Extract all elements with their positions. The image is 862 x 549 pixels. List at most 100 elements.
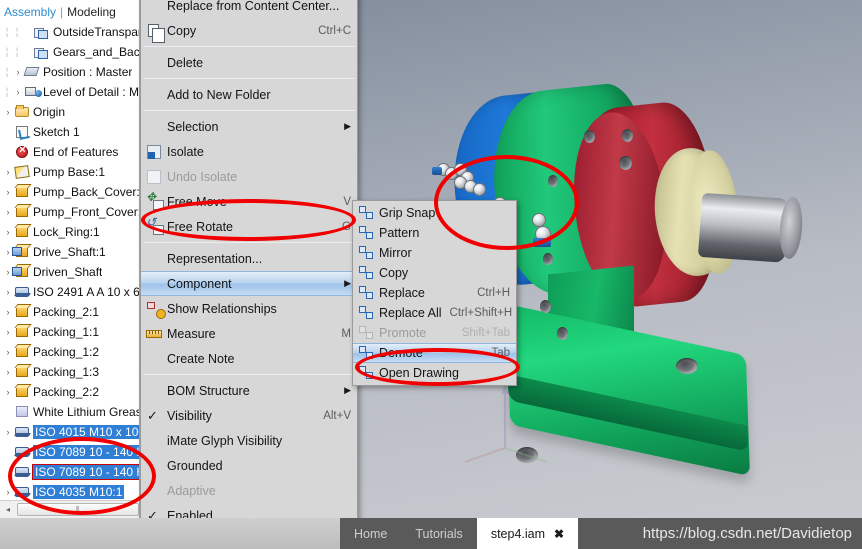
tab-assembly[interactable]: Assembly — [4, 5, 56, 19]
tab-modeling[interactable]: Modeling — [67, 5, 116, 19]
document-tab-bar[interactable]: Home Tutorials step4.iam ✖ https://blog.csd… — [0, 518, 862, 549]
tree-expand-twisty-icon[interactable]: › — [2, 107, 14, 117]
menu-item-imate-glyph-visibility[interactable]: iMate Glyph Visibility — [141, 428, 357, 453]
tree-item-lock-ring-1[interactable]: › Lock_Ring:1 — [0, 222, 139, 242]
menu-item-delete[interactable]: Delete — [141, 50, 357, 75]
tree-item-packing-2-1[interactable]: › Packing_2:1 — [0, 302, 139, 322]
tree-expand-twisty-icon[interactable]: › — [2, 367, 14, 377]
tree-expand-twisty-icon[interactable]: › — [12, 67, 24, 77]
menu-item-component[interactable]: Component ▶ — [141, 271, 357, 296]
tree-item-drive-shaft-1[interactable]: › Drive_Shaft:1 — [0, 242, 139, 262]
menu-item-visibility[interactable]: ✓ Visibility Alt+V — [141, 403, 357, 428]
submenu-item-replace[interactable]: Replace Ctrl+H — [353, 283, 516, 303]
tree-expand-twisty-icon[interactable]: › — [2, 487, 14, 497]
demote-icon — [357, 344, 379, 362]
tree-item-position-master[interactable]: ¦ › Position : Master — [0, 62, 139, 82]
menu-item-shortcut: Alt+V — [323, 409, 351, 422]
tree-expand-twisty-icon[interactable]: › — [2, 187, 14, 197]
part-icon — [14, 344, 31, 360]
tree-item-sketch-1[interactable]: Sketch 1 — [0, 122, 139, 142]
submenu-item-grip-snap[interactable]: Grip Snap — [353, 203, 516, 223]
tree-item-pump-base-1[interactable]: › Pump Base:1 — [0, 162, 139, 182]
scroll-left-arrow-icon[interactable]: ◂ — [0, 502, 16, 518]
origin-triad-icon: z — [464, 378, 548, 463]
document-tab-tutorials[interactable]: Tutorials — [401, 518, 477, 549]
menu-item-isolate[interactable]: Isolate — [141, 139, 357, 164]
tree-expand-twisty-icon[interactable]: › — [2, 207, 14, 217]
tree-expand-twisty-icon[interactable]: › — [2, 167, 14, 177]
tree-item-iso-7089-10-140-h[interactable]: ISO 7089 10 - 140 H — [0, 442, 139, 462]
tree-item-level-of-detail-m[interactable]: ¦ › Level of Detail : M — [0, 82, 139, 102]
tree-item-packing-1-2[interactable]: › Packing_1:2 — [0, 342, 139, 362]
tree-expand-twisty-icon[interactable]: › — [2, 347, 14, 357]
scrollbar-thumb[interactable]: ⦀ — [17, 503, 139, 516]
tree-item-origin[interactable]: › Origin — [0, 102, 139, 122]
tree-expand-twisty-icon[interactable]: › — [2, 327, 14, 337]
tree-expand-twisty-icon[interactable]: › — [2, 227, 14, 237]
tree-indent-guide: ¦ — [15, 46, 19, 58]
tree-expand-twisty-icon[interactable]: › — [12, 87, 24, 97]
menu-item-add-to-new-folder[interactable]: Add to New Folder — [141, 82, 357, 107]
tree-item-packing-1-1[interactable]: › Packing_1:1 — [0, 322, 139, 342]
tree-expand-twisty-icon[interactable]: › — [2, 287, 14, 297]
bolt-head[interactable] — [473, 183, 486, 196]
menu-item-free-rotate[interactable]: Free Rotate G — [141, 214, 357, 239]
menu-item-replace-from-content-center[interactable]: Replace from Content Center... — [141, 0, 357, 18]
tree-expand-twisty-icon[interactable]: › — [2, 427, 14, 437]
submenu-item-copy[interactable]: Copy — [353, 263, 516, 283]
tree-item-iso-7089-10-140-h[interactable]: ISO 7089 10 - 140 H — [0, 462, 139, 482]
copy-icon — [357, 264, 379, 282]
menu-item-label: Copy — [167, 23, 197, 38]
menu-item-free-move[interactable]: Free Move V — [141, 189, 357, 214]
glyph-part — [359, 226, 366, 233]
menu-item-copy[interactable]: Copy Ctrl+C — [141, 18, 357, 43]
tree-item-end-of-features[interactable]: End of Features — [0, 142, 139, 162]
tree-item-label: Sketch 1 — [33, 125, 80, 139]
tree-item-gears-and-back[interactable]: ¦ ¦ Gears_and_Back — [0, 42, 139, 62]
pattern-icon — [357, 224, 379, 242]
browser-tree[interactable]: ¦¦OutsideTransparent¦¦Gears_and_Back¦›Po… — [0, 22, 139, 502]
selected-washer[interactable] — [432, 167, 442, 175]
bolt-head[interactable] — [532, 213, 546, 227]
tree-item-label: ISO 2491 A A 10 x 6 — [33, 285, 139, 299]
menu-item-grounded[interactable]: Grounded — [141, 453, 357, 478]
submenu-item-open-drawing[interactable]: Open Drawing — [353, 363, 516, 383]
submenu-item-shortcut: Shift+Tab — [461, 327, 510, 339]
menu-item-undo-isolate: Undo Isolate — [141, 164, 357, 189]
menu-item-bom-structure[interactable]: BOM Structure ▶ — [141, 378, 357, 403]
menu-item-measure[interactable]: Measure M — [141, 321, 357, 346]
tree-item-label: Level of Detail : M — [43, 85, 139, 99]
tree-expand-twisty-icon[interactable]: › — [2, 307, 14, 317]
tree-item-iso-2491-a-a-10-x-6[interactable]: › ISO 2491 A A 10 x 6 — [0, 282, 140, 302]
component-submenu[interactable]: Grip Snap Pattern Mirror Copy Replace Ctrl+H R… — [352, 200, 517, 386]
part-icon-glyph — [16, 346, 28, 357]
context-menu[interactable]: Replace from Content Center... Copy Ctrl+C… — [140, 0, 358, 549]
menu-item-create-note[interactable]: Create Note — [141, 346, 357, 371]
browser-horizontal-scrollbar[interactable]: ◂ ⦀ — [0, 500, 139, 518]
close-tab-icon[interactable]: ✖ — [554, 527, 564, 541]
menu-item-selection[interactable]: Selection ▶ — [141, 114, 357, 139]
tree-item-pump-front-cover[interactable]: › Pump_Front_Cover: — [0, 202, 140, 222]
tree-item-driven-shaft[interactable]: › Driven_Shaft — [0, 262, 139, 282]
tree-item-outsidetransparent[interactable]: ¦ ¦ OutsideTransparent — [0, 22, 139, 42]
tree-item-packing-1-3[interactable]: › Packing_1:3 — [0, 362, 139, 382]
menu-item-shortcut: G — [342, 220, 351, 233]
tree-item-iso-4015-m10-x-100[interactable]: › ISO 4015 M10 x 100 — [0, 422, 139, 442]
submenu-item-mirror[interactable]: Mirror — [353, 243, 516, 263]
submenu-item-replace-all[interactable]: Replace All Ctrl+Shift+H — [353, 303, 516, 323]
tree-item-packing-2-2[interactable]: › Packing_2:2 — [0, 382, 139, 402]
document-tab-home[interactable]: Home — [340, 518, 402, 549]
menu-item-show-relationships[interactable]: Show Relationships — [141, 296, 357, 321]
tree-item-pump-back-cover-1[interactable]: › Pump_Back_Cover:1 — [0, 182, 140, 202]
submenu-item-demote[interactable]: Demote Tab — [353, 343, 516, 363]
tree-expand-twisty-icon[interactable]: › — [2, 387, 14, 397]
tree-item-iso-4035-m10-1[interactable]: › ISO 4035 M10:1 — [0, 482, 139, 502]
submenu-item-pattern[interactable]: Pattern — [353, 223, 516, 243]
browser-tab-strip[interactable]: Assembly | Modeling — [0, 0, 139, 22]
selected-nut[interactable] — [533, 238, 551, 247]
document-tab-step4-iam[interactable]: step4.iam ✖ — [476, 518, 579, 549]
menu-item-representation[interactable]: Representation... — [141, 246, 357, 271]
model-browser-panel[interactable]: Assembly|Modeling ¦¦OutsideTransparent¦¦… — [0, 0, 140, 518]
document-tabs[interactable]: Home Tutorials step4.iam ✖ — [340, 518, 579, 549]
tree-item-white-lithium-grease[interactable]: White Lithium Grease — [0, 402, 139, 422]
